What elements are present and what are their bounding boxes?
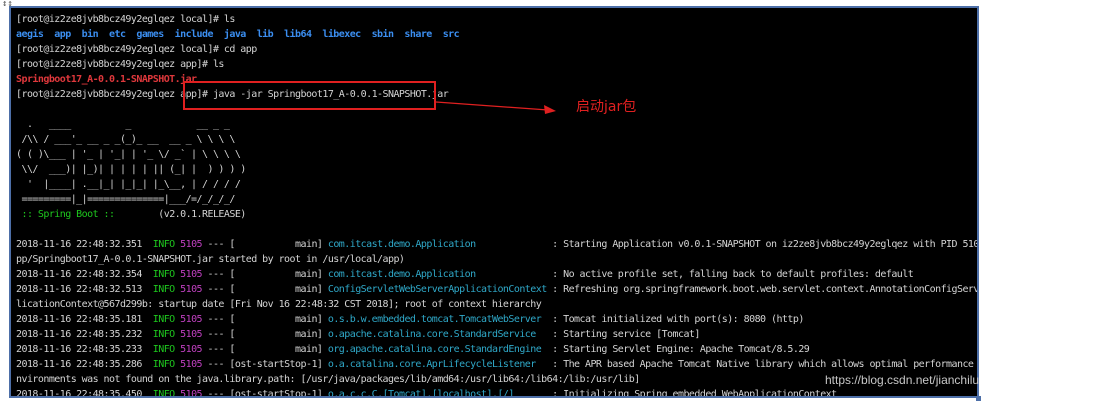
arrow-icon — [436, 101, 556, 114]
terminal-text-segment: \\/ ___)| |_)| | | | | || (_| | ) ) ) ) — [16, 164, 246, 175]
terminal-text-segment: 2018-11-16 22:48:35.232 — [16, 329, 153, 340]
terminal-text-segment: : Starting Servlet Engine: Apache Tomcat… — [546, 344, 810, 355]
terminal-line: 2018-11-16 22:48:32.513 INFO 5105 --- [ … — [16, 282, 977, 297]
terminal-text-segment: . ____ _ __ _ _ — [16, 119, 230, 130]
terminal-text-segment: aegis app bin etc games include java lib… — [16, 29, 460, 40]
terminal-line: \\/ ___)| |_)| | | | | || (_| | ) ) ) ) — [16, 162, 977, 177]
terminal-line: /\\ / ___'_ __ _ _(_)_ __ __ _ \ \ \ \ — [16, 132, 977, 147]
terminal-text-segment: 5105 — [180, 344, 203, 355]
terminal-text-segment: 5105 — [180, 239, 203, 250]
resize-handle-icon[interactable] — [976, 396, 981, 401]
terminal-line: 2018-11-16 22:48:35.232 INFO 5105 --- [ … — [16, 327, 977, 342]
terminal-text-segment: 5105 — [180, 284, 203, 295]
terminal-text-segment: INFO — [152, 314, 175, 325]
terminal-text-segment: /\\ / ___'_ __ _ _(_)_ __ __ _ \ \ \ \ — [16, 134, 235, 145]
terminal-line: 2018-11-16 22:48:32.354 INFO 5105 --- [ … — [16, 267, 977, 282]
terminal-text-segment: 2018-11-16 22:48:35.450 — [16, 389, 153, 398]
terminal-text-segment: : Initializing Spring embedded WebApplic… — [546, 389, 837, 398]
terminal-text-segment: pp/Springboot17_A-0.0.1-SNAPSHOT.jar sta… — [16, 254, 405, 265]
terminal-text-segment: 5105 — [180, 389, 203, 398]
terminal-line: 2018-11-16 22:48:32.351 INFO 5105 --- [ … — [16, 237, 977, 252]
terminal-line: licationContext@567d299b: startup date [… — [16, 297, 977, 312]
terminal-text-segment: [root@iz2ze8jvb8bcz49y2eglqez local]# cd… — [16, 44, 257, 55]
terminal-text-segment: ConfigServletWebServerApplicationContext — [327, 284, 547, 295]
terminal-line: ' |____| .__|_| |_|_| |_\__, | / / / / — [16, 177, 977, 192]
terminal-line: aegis app bin etc games include java lib… — [16, 27, 977, 42]
terminal-text-segment: : Refreshing org.springframework.boot.we… — [552, 284, 977, 295]
terminal-line: [root@iz2ze8jvb8bcz49y2eglqez local]# ls — [16, 12, 977, 27]
terminal-line: [root@iz2ze8jvb8bcz49y2eglqez app]# ls — [16, 57, 977, 72]
terminal-text-segment: 2018-11-16 22:48:32.354 — [16, 269, 153, 280]
terminal-text-segment: --- [ost-startStop-1] — [202, 389, 328, 398]
terminal-text-segment: --- [ main] — [202, 269, 328, 280]
command-highlight-box — [183, 81, 436, 110]
terminal-window[interactable]: [root@iz2ze8jvb8bcz49y2eglqez local]# ls… — [9, 6, 979, 398]
terminal-text-segment: --- [ main] — [202, 284, 328, 295]
terminal-text-segment: (v2.0.1.RELEASE) — [114, 209, 246, 220]
terminal-text-segment: o.a.catalina.core.AprLifecycleListener — [327, 359, 547, 370]
terminal-text-segment: 5105 — [180, 314, 203, 325]
terminal-text-segment: o.apache.catalina.core.StandardService — [327, 329, 547, 340]
annotation-label: 启动jar包 — [576, 99, 637, 115]
terminal-text-segment: o.a.c.c.C.[Tomcat].[localhost].[/] — [327, 389, 547, 398]
watermark-url: https://blog.csdn.net/jianchilu — [825, 373, 980, 387]
terminal-line: ( ( )\___ | '_ | '_| | '_ \/ _` | \ \ \ … — [16, 147, 977, 162]
terminal-text-segment: =========|_|==============|___/=/_/_/_/ — [16, 194, 235, 205]
terminal-line: 2018-11-16 22:48:35.286 INFO 5105 --- [o… — [16, 357, 977, 372]
terminal-text-segment: INFO — [152, 344, 175, 355]
terminal-text-segment: : The APR based Apache Tomcat Native lib… — [552, 359, 974, 370]
terminal-text-segment: : Tomcat initialized with port(s): 8080 … — [546, 314, 804, 325]
terminal-text-segment: [root@iz2ze8jvb8bcz49y2eglqez local]# ls — [16, 14, 235, 25]
terminal-text-segment: INFO — [152, 284, 175, 295]
terminal-text-segment: com.itcast.demo.Application — [327, 269, 547, 280]
terminal-text-segment: :: Spring Boot :: — [16, 209, 115, 220]
terminal-line: 2018-11-16 22:48:35.233 INFO 5105 --- [ … — [16, 342, 977, 357]
terminal-text-segment: 5105 — [180, 359, 203, 370]
terminal-line: 2018-11-16 22:48:35.181 INFO 5105 --- [ … — [16, 312, 977, 327]
terminal-text-segment: INFO — [152, 389, 175, 398]
terminal-text-segment: INFO — [152, 239, 175, 250]
terminal-line: . ____ _ __ _ _ — [16, 117, 977, 132]
terminal-text-segment: 2018-11-16 22:48:35.181 — [16, 314, 153, 325]
terminal-text-segment: 2018-11-16 22:48:32.351 — [16, 239, 153, 250]
terminal-text-segment: 2018-11-16 22:48:35.286 — [16, 359, 153, 370]
terminal-text-segment: INFO — [152, 359, 175, 370]
terminal-text-segment: INFO — [152, 269, 175, 280]
terminal-text-segment: o.s.b.w.embedded.tomcat.TomcatWebServer — [327, 314, 547, 325]
terminal-text-segment: nvironments was not found on the java.li… — [16, 374, 640, 385]
terminal-line: [root@iz2ze8jvb8bcz49y2eglqez local]# cd… — [16, 42, 977, 57]
terminal-line: =========|_|==============|___/=/_/_/_/ — [16, 192, 977, 207]
terminal-line: 2018-11-16 22:48:35.450 INFO 5105 --- [o… — [16, 387, 977, 398]
terminal-line: Springboot17_A-0.0.1-SNAPSHOT.jar — [16, 72, 977, 87]
terminal-text-segment: 5105 — [180, 269, 203, 280]
terminal-text-segment: --- [ main] — [202, 329, 328, 340]
terminal-text-segment: --- [ main] — [202, 344, 328, 355]
terminal-text-segment: 2018-11-16 22:48:35.233 — [16, 344, 153, 355]
terminal-text-segment: ( ( )\___ | '_ | '_| | '_ \/ _` | \ \ \ … — [16, 149, 241, 160]
terminal-line: :: Spring Boot :: (v2.0.1.RELEASE) — [16, 207, 977, 222]
terminal-text-segment: org.apache.catalina.core.StandardEngine — [327, 344, 547, 355]
terminal-text-segment: licationContext@567d299b: startup date [… — [16, 299, 542, 310]
terminal-text-segment: [root@iz2ze8jvb8bcz49y2eglqez app]# ls — [16, 59, 224, 70]
terminal-text-segment: : No active profile set, falling back to… — [546, 269, 914, 280]
terminal-text-segment: --- [ost-startStop-1] — [202, 359, 328, 370]
terminal-line: pp/Springboot17_A-0.0.1-SNAPSHOT.jar sta… — [16, 252, 977, 267]
terminal-text-segment: : Starting service [Tomcat] — [546, 329, 700, 340]
terminal-text-segment: INFO — [152, 329, 175, 340]
terminal-text-segment: : Starting Application v0.0.1-SNAPSHOT o… — [552, 239, 977, 250]
terminal-text-segment: com.itcast.demo.Application — [327, 239, 547, 250]
terminal-text-segment: --- [ main] — [202, 314, 328, 325]
terminal-text-segment: 5105 — [180, 329, 203, 340]
terminal-output: [root@iz2ze8jvb8bcz49y2eglqez local]# ls… — [16, 12, 977, 398]
terminal-text-segment: ' |____| .__|_| |_|_| |_\__, | / / / / — [16, 179, 241, 190]
terminal-text-segment: --- [ main] — [202, 239, 328, 250]
terminal-text-segment: 2018-11-16 22:48:32.513 — [16, 284, 153, 295]
terminal-text-segment: Springboot17_A-0.0.1-SNAPSHOT.jar — [16, 74, 197, 85]
